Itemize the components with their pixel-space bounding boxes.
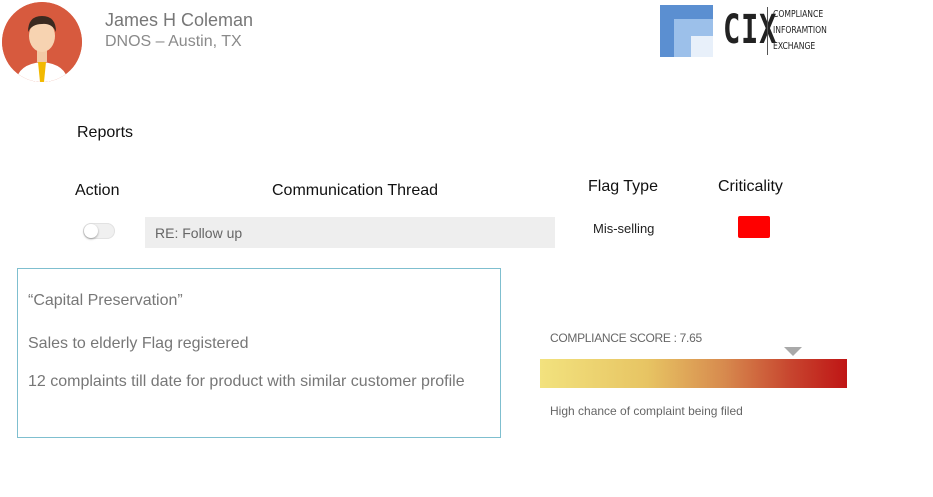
details-card: “Capital Preservation” Sales to elderly … — [17, 268, 501, 438]
cix-logo: CIX COMPLIANCE INFORAMTION EXCHANGE — [660, 5, 840, 60]
details-line-1: Sales to elderly Flag registered — [28, 335, 249, 352]
details-line-2: 12 complaints till date for product with… — [28, 373, 465, 390]
header-thread: Communication Thread — [272, 182, 439, 199]
compliance-score-bar — [540, 359, 847, 388]
header-flag-type: Flag Type — [588, 178, 658, 195]
thread-cell[interactable]: RE: Follow up — [145, 217, 555, 248]
logo-divider — [767, 7, 768, 55]
logo-line-2: INFORAMTION — [773, 25, 827, 36]
compliance-score-label: COMPLIANCE SCORE : 7.65 — [550, 331, 702, 345]
header-criticality: Criticality — [718, 178, 783, 195]
details-quote: “Capital Preservation” — [28, 292, 183, 309]
flag-type-cell: Mis-selling — [593, 221, 655, 236]
logo-square-inner — [691, 36, 713, 57]
user-name: James H Coleman — [105, 10, 254, 30]
compliance-note: High chance of complaint being filed — [550, 404, 743, 418]
toggle-knob — [84, 224, 98, 238]
logo-text: COMPLIANCE INFORAMTION EXCHANGE — [773, 7, 836, 55]
user-location: DNOS – Austin, TX — [105, 33, 242, 50]
criticality-indicator — [738, 216, 770, 238]
logo-line-1: COMPLIANCE — [773, 9, 824, 20]
header-action: Action — [75, 182, 120, 199]
reports-title: Reports — [77, 124, 134, 141]
avatar — [2, 2, 82, 82]
action-toggle[interactable] — [83, 223, 115, 239]
person-avatar-icon — [2, 2, 82, 82]
logo-mark: CIX — [723, 7, 778, 53]
score-marker-icon — [784, 347, 802, 356]
logo-line-3: EXCHANGE — [773, 41, 816, 52]
